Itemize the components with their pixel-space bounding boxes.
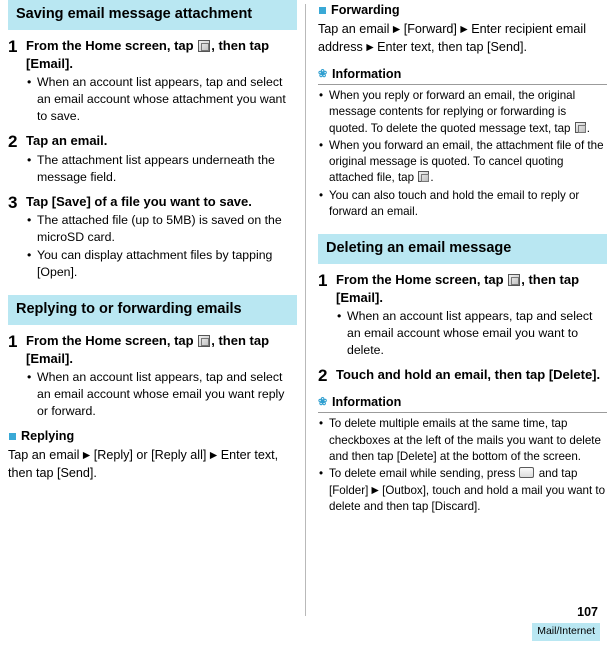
step-bullets: The attachment list appears underneath t…: [26, 152, 297, 186]
step-body: Tap an email. The attachment list appear…: [26, 132, 297, 186]
step-3-saving: 3 Tap [Save] of a file you want to save.…: [8, 193, 297, 282]
list-item: When an account list appears, tap and se…: [26, 74, 297, 125]
list-item: When an account list appears, tap and se…: [336, 308, 607, 359]
step-title: Tap an email.: [26, 133, 108, 148]
bullet-text-end: .: [586, 121, 590, 135]
information-label: Information: [332, 395, 402, 410]
replying-instructions: Tap an email ▶ [Reply] or [Reply all] ▶ …: [8, 447, 297, 482]
step-number: 2: [318, 366, 328, 386]
arrow-icon: ▶: [209, 450, 218, 461]
bullet-text-end: [Outbox], touch and hold a mail you want…: [329, 483, 606, 513]
step-bullets: The attached file (up to 5MB) is saved o…: [26, 212, 297, 281]
step-title: Tap [Save] of a file you want to save.: [26, 193, 252, 209]
app-drawer-icon: [198, 335, 211, 347]
step-title-pre: From the Home screen, tap: [26, 38, 194, 53]
step-body: From the Home screen, tap , then tap [Em…: [26, 37, 297, 125]
information-header-2: ❀ Information: [318, 394, 607, 410]
step-2-saving: 2 Tap an email. The attachment list appe…: [8, 132, 297, 186]
divider: [318, 412, 607, 414]
step-title: From the Home screen, tap , then tap [Em…: [26, 37, 297, 72]
step-1-saving: 1 From the Home screen, tap , then tap […: [8, 37, 297, 125]
bullet-text: To delete email while sending, press: [329, 467, 516, 481]
forwarding-instructions: Tap an email ▶ [Forward] ▶ Enter recipie…: [318, 21, 607, 56]
app-drawer-icon: [508, 274, 521, 287]
list-item: The attachment list appears underneath t…: [26, 152, 297, 186]
arrow-icon: ▶: [82, 450, 91, 461]
step-bullets: When an account list appears, tap and se…: [336, 308, 607, 359]
replying-part-1: Tap an email: [8, 448, 80, 462]
step-title-pre: From the Home screen, tap: [336, 272, 504, 288]
step-title-pre: From the Home screen, tap: [26, 333, 194, 348]
bullet-text: When you forward an email, the attachmen…: [329, 138, 604, 185]
arrow-icon: ▶: [392, 24, 401, 35]
bullet-text-end: .: [430, 171, 434, 185]
delete-quote-icon: [574, 121, 586, 133]
list-item: The attached file (up to 5MB) is saved o…: [26, 212, 297, 246]
step-1-replying: 1 From the Home screen, tap , then tap […: [8, 332, 297, 420]
menu-key-icon: [519, 467, 535, 479]
left-column: Saving email message attachment 1 From t…: [8, 0, 297, 482]
list-item: When you reply or forward an email, the …: [318, 88, 607, 137]
forwarding-part-2: [Forward]: [403, 22, 457, 36]
information-label: Information: [332, 67, 402, 81]
step-body: From the Home screen, tap , then tap [Em…: [336, 271, 607, 359]
list-item: When an account list appears, tap and se…: [26, 369, 297, 420]
arrow-icon: ▶: [371, 484, 379, 496]
step-number: 1: [8, 332, 18, 351]
step-body: Touch and hold an email, then tap [Delet…: [336, 366, 607, 384]
cancel-attachment-icon: [418, 171, 430, 183]
arrow-icon: ▶: [460, 24, 468, 35]
list-item: You can display attachment files by tapp…: [26, 247, 297, 281]
step-number: 1: [8, 37, 18, 56]
information-bullets-1: When you reply or forward an email, the …: [318, 88, 607, 220]
step-title: From the Home screen, tap , then tap [Em…: [26, 332, 297, 367]
bullet-text: When you reply or forward an email, the …: [329, 89, 576, 135]
right-column: Forwarding Tap an email ▶ [Forward] ▶ En…: [318, 0, 607, 515]
step-bullets: When an account list appears, tap and se…: [26, 369, 297, 420]
list-item: To delete email while sending, press and…: [318, 466, 607, 515]
step-body: Tap [Save] of a file you want to save. T…: [26, 193, 297, 282]
column-divider: [305, 4, 306, 616]
replying-part-2: [Reply] or [Reply all]: [93, 448, 207, 462]
section-header-deleting-email: Deleting an email message: [318, 234, 607, 265]
step-title: From the Home screen, tap , then tap [Em…: [336, 271, 607, 306]
subsection-replying: Replying: [8, 428, 297, 445]
section-header-saving-attachment: Saving email message attachment: [8, 0, 297, 30]
app-drawer-icon: [198, 40, 211, 52]
forwarding-part-4: Enter text, then tap [Send].: [377, 39, 527, 54]
step-number: 3: [8, 192, 18, 212]
list-item: When you forward an email, the attachmen…: [318, 138, 607, 187]
information-bullets-2: To delete multiple emails at the same ti…: [318, 416, 607, 515]
forwarding-part-1: Tap an email: [318, 22, 390, 36]
step-1-deleting: 1 From the Home screen, tap , then tap […: [318, 271, 607, 359]
step-number: 2: [8, 132, 18, 151]
step-bullets: When an account list appears, tap and se…: [26, 74, 297, 125]
information-header-1: ❀ Information: [318, 66, 607, 82]
arrow-icon: ▶: [366, 41, 374, 53]
manual-page: Saving email message attachment 1 From t…: [0, 0, 608, 647]
divider: [318, 84, 607, 85]
step-title: Touch and hold an email, then tap [Delet…: [336, 367, 601, 383]
subsection-forwarding: Forwarding: [318, 2, 607, 19]
chapter-tag: Mail/Internet: [532, 623, 600, 641]
flower-icon: ❀: [318, 68, 328, 80]
page-footer: 107 Mail/Internet: [532, 605, 600, 641]
flower-icon: ❀: [318, 396, 328, 409]
page-number: 107: [577, 605, 598, 619]
list-item: To delete multiple emails at the same ti…: [318, 416, 607, 465]
section-header-replying-forwarding: Replying to or forwarding emails: [8, 295, 297, 325]
step-body: From the Home screen, tap , then tap [Em…: [26, 332, 297, 420]
step-2-deleting: 2 Touch and hold an email, then tap [Del…: [318, 366, 607, 384]
list-item: You can also touch and hold the email to…: [318, 188, 607, 221]
step-number: 1: [318, 271, 328, 291]
